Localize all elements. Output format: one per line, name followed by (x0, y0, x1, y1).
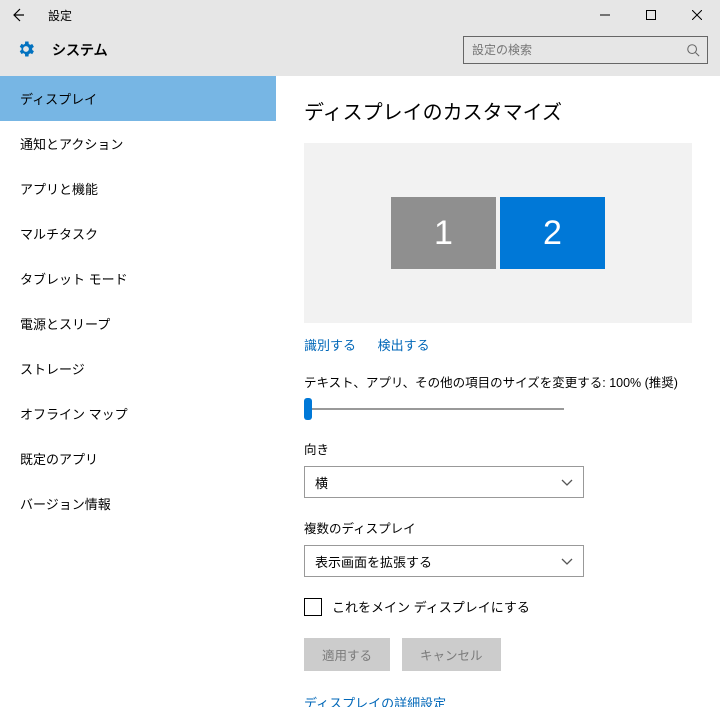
sidebar-item-notifications[interactable]: 通知とアクション (0, 121, 276, 166)
display-actions: 識別する 検出する (304, 335, 692, 354)
detect-link[interactable]: 検出する (378, 338, 430, 353)
sidebar-item-label: 既定のアプリ (20, 452, 98, 467)
search-input[interactable] (464, 43, 679, 57)
orientation-label: 向き (304, 439, 692, 458)
sidebar-item-multitask[interactable]: マルチタスク (0, 211, 276, 256)
sidebar-item-label: ストレージ (20, 362, 85, 377)
chevron-down-icon (561, 475, 573, 490)
sidebar-item-label: バージョン情報 (20, 497, 111, 512)
button-row: 適用する キャンセル (304, 638, 692, 671)
multiple-displays-label: 複数のディスプレイ (304, 518, 692, 537)
sidebar-item-storage[interactable]: ストレージ (0, 346, 276, 391)
scale-label: テキスト、アプリ、その他の項目のサイズを変更する: 100% (推奨) (304, 372, 692, 391)
close-icon (692, 10, 702, 20)
orientation-select[interactable]: 横 (304, 466, 584, 498)
window-controls (582, 0, 720, 30)
sidebar: ディスプレイ 通知とアクション アプリと機能 マルチタスク タブレット モード … (0, 76, 276, 707)
back-arrow-icon (10, 7, 26, 23)
make-main-label: これをメイン ディスプレイにする (332, 597, 530, 616)
slider-thumb[interactable] (304, 398, 312, 420)
orientation-value: 横 (315, 473, 328, 492)
sidebar-item-label: オフライン マップ (20, 407, 128, 422)
monitor-2[interactable]: 2 (500, 197, 605, 269)
page-title: ディスプレイのカスタマイズ (304, 96, 692, 125)
sidebar-item-default-apps[interactable]: 既定のアプリ (0, 436, 276, 481)
identify-link[interactable]: 識別する (304, 338, 356, 353)
make-main-row: これをメイン ディスプレイにする (304, 597, 692, 616)
body: ディスプレイ 通知とアクション アプリと機能 マルチタスク タブレット モード … (0, 76, 720, 707)
sidebar-item-apps[interactable]: アプリと機能 (0, 166, 276, 211)
monitor-1[interactable]: 1 (391, 197, 496, 269)
maximize-icon (646, 10, 656, 20)
sidebar-item-offline-maps[interactable]: オフライン マップ (0, 391, 276, 436)
multiple-displays-select[interactable]: 表示画面を拡張する (304, 545, 584, 577)
cancel-button[interactable]: キャンセル (402, 638, 501, 671)
scale-slider[interactable] (304, 401, 564, 417)
sidebar-item-tablet[interactable]: タブレット モード (0, 256, 276, 301)
titlebar: 設定 (0, 0, 720, 30)
content: ディスプレイのカスタマイズ 1 2 識別する 検出する テキスト、アプリ、その他… (276, 76, 720, 707)
maximize-button[interactable] (628, 0, 674, 30)
sidebar-item-label: ディスプレイ (20, 92, 97, 107)
sidebar-item-label: マルチタスク (20, 227, 98, 242)
sidebar-item-label: 通知とアクション (20, 137, 123, 152)
sidebar-item-label: 電源とスリープ (20, 317, 110, 332)
sidebar-item-display[interactable]: ディスプレイ (0, 76, 276, 121)
minimize-icon (600, 10, 610, 20)
sidebar-item-label: アプリと機能 (20, 182, 98, 197)
app-title: システム (52, 40, 463, 60)
back-button[interactable] (0, 0, 36, 30)
minimize-button[interactable] (582, 0, 628, 30)
multiple-displays-value: 表示画面を拡張する (315, 552, 432, 571)
apply-button[interactable]: 適用する (304, 638, 390, 671)
search-icon (679, 43, 707, 57)
advanced-settings-link[interactable]: ディスプレイの詳細設定 (304, 693, 692, 707)
window-title: 設定 (36, 7, 582, 24)
gear-icon (16, 39, 36, 62)
make-main-checkbox[interactable] (304, 598, 322, 616)
display-preview: 1 2 (304, 143, 692, 323)
sidebar-item-label: タブレット モード (20, 272, 128, 287)
chevron-down-icon (561, 554, 573, 569)
header: システム (0, 30, 720, 76)
slider-track (304, 408, 564, 410)
sidebar-item-power[interactable]: 電源とスリープ (0, 301, 276, 346)
close-button[interactable] (674, 0, 720, 30)
sidebar-item-about[interactable]: バージョン情報 (0, 481, 276, 526)
search-box[interactable] (463, 36, 708, 64)
